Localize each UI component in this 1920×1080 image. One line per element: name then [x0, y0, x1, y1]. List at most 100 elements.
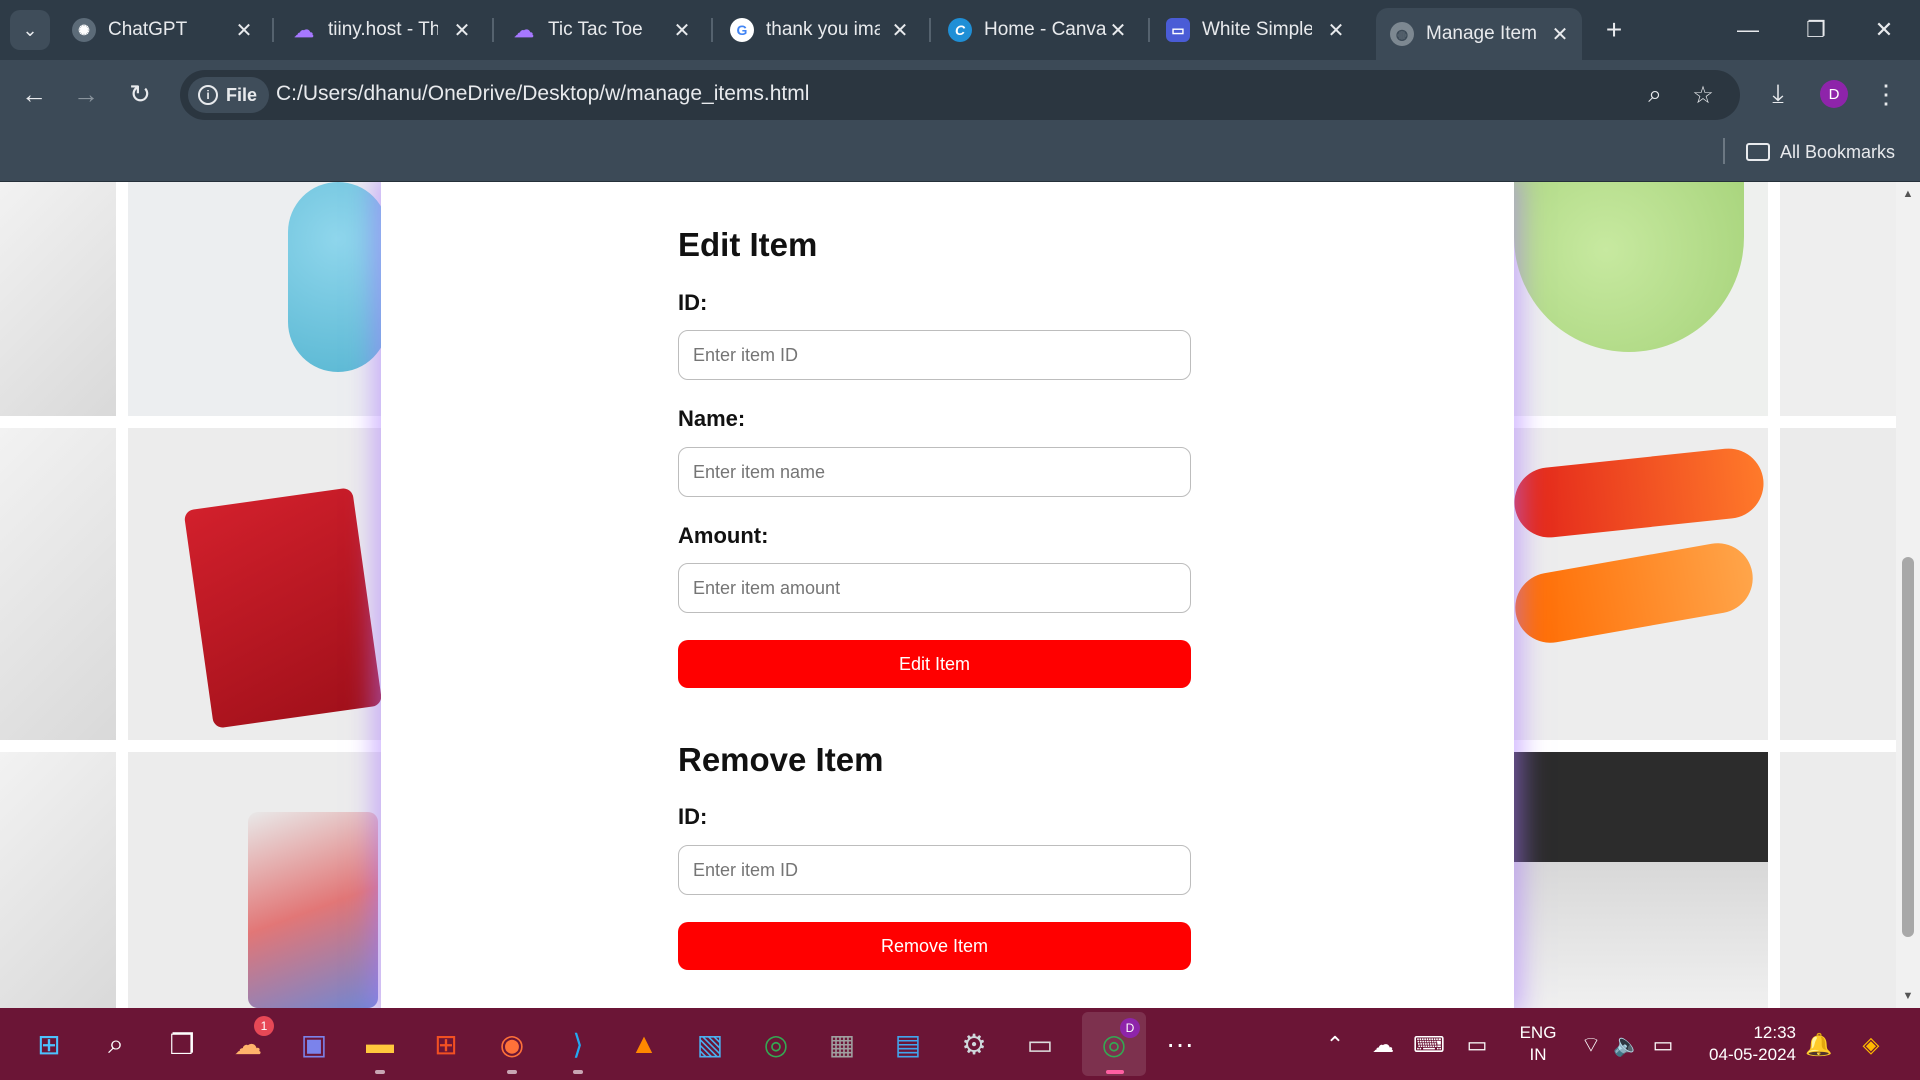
close-icon[interactable]: ✕ [1548, 22, 1572, 46]
clock-date: 04-05-2024 [1709, 1045, 1796, 1064]
background-image [1780, 752, 1896, 1008]
language-indicator[interactable]: ENG IN [1517, 1022, 1559, 1066]
clock[interactable]: 12:33 04-05-2024 [1696, 1022, 1796, 1066]
edit-id-input[interactable] [678, 330, 1191, 380]
copilot-icon[interactable]: ◈ [1856, 1030, 1886, 1060]
wifi-icon[interactable]: ⌔ [1576, 1030, 1606, 1060]
scroll-up-icon[interactable]: ▲ [1900, 186, 1916, 202]
battery-icon[interactable]: ▭ [1648, 1030, 1678, 1060]
vscode-icon[interactable]: ⟩ [556, 1022, 600, 1074]
tab-title: Tic Tac Toe [548, 19, 643, 40]
photos-icon[interactable]: ▧ [688, 1022, 732, 1066]
store-icon[interactable]: ⊞ [424, 1022, 468, 1066]
chrome-profile-icon[interactable]: ◎ D [1082, 1012, 1146, 1076]
scroll-down-icon[interactable]: ▼ [1900, 988, 1916, 1004]
background-image [0, 182, 116, 416]
chrome-icon[interactable]: ◎ [754, 1022, 798, 1066]
tab-chatgpt[interactable]: ✺ ChatGPT ✕ [58, 10, 266, 50]
close-icon[interactable]: ✕ [888, 18, 912, 42]
widgets-icon[interactable]: ☁ 1 [226, 1016, 274, 1066]
tab-title: Home - Canva [984, 19, 1107, 40]
search-icon[interactable]: ⌕ [94, 1022, 138, 1066]
tab-title: White Simple [1202, 19, 1312, 40]
edit-name-input[interactable] [678, 447, 1191, 497]
start-icon[interactable]: ⊞ [27, 1022, 71, 1066]
bell-icon[interactable]: 🔔 [1804, 1030, 1834, 1060]
tab-tiiny-host[interactable]: ☁ tiiny.host - Th ✕ [278, 10, 484, 50]
tab-strip: ⌄ ✺ ChatGPT ✕ ☁ tiiny.host - Th ✕ ☁ Tic … [0, 0, 1920, 60]
close-icon[interactable]: ✕ [670, 18, 694, 42]
site-info-chip[interactable]: i File [188, 77, 270, 113]
remove-item-button[interactable]: Remove Item [678, 922, 1191, 970]
browser-toolbar: ← → ↻ i File C:/Users/dhanu/OneDrive/Des… [0, 60, 1920, 130]
google-icon: G [730, 18, 754, 42]
restore-button[interactable]: ❐ [1796, 12, 1836, 48]
globe-icon: ◍ [1390, 22, 1414, 46]
scroll-thumb[interactable] [1902, 557, 1914, 937]
zoom-icon[interactable]: ⌕ [1640, 80, 1670, 110]
edit-amount-label: Amount: [678, 523, 769, 548]
close-icon[interactable]: ✕ [232, 18, 256, 42]
tab-white-simple[interactable]: ▭ White Simple ✕ [1152, 10, 1358, 50]
vertical-scrollbar[interactable]: ▲ ▼ [1896, 182, 1920, 1008]
file-explorer-icon[interactable]: ▬ [358, 1022, 402, 1074]
edit-item-button[interactable]: Edit Item [678, 640, 1191, 688]
close-icon: ✕ [1874, 17, 1894, 42]
meet-icon[interactable]: ▣ [292, 1022, 336, 1066]
edit-amount-input[interactable] [678, 563, 1191, 613]
url-text[interactable]: C:/Users/dhanu/OneDrive/Desktop/w/manage… [276, 82, 809, 106]
vlc-icon[interactable]: ▲ [622, 1022, 666, 1066]
clock-time: 12:33 [1753, 1023, 1796, 1042]
back-button[interactable]: ← [14, 74, 54, 114]
plus-icon: + [1605, 14, 1623, 45]
address-bar[interactable]: i File C:/Users/dhanu/OneDrive/Desktop/w… [180, 70, 1740, 120]
chatgpt-icon: ✺ [72, 18, 96, 42]
firefox-icon[interactable]: ◉ [490, 1022, 534, 1074]
task-view-icon[interactable]: ❐ [160, 1022, 204, 1066]
remove-id-label: ID: [678, 804, 708, 829]
edit-id-label: ID: [678, 290, 708, 315]
remove-item-heading: Remove Item [678, 741, 884, 778]
new-tab-button[interactable]: + [1598, 14, 1630, 46]
tab-title: thank you ima [766, 19, 880, 40]
main-content: Edit Item ID: Name: Amount: Edit Item Re… [381, 182, 1514, 1008]
minimize-button[interactable]: — [1728, 12, 1768, 48]
tab-search-button[interactable]: ⌄ [10, 10, 50, 50]
reload-button[interactable]: ↻ [120, 74, 160, 114]
forward-button[interactable]: → [66, 74, 106, 114]
avatar[interactable]: D [1820, 80, 1848, 108]
star-icon[interactable]: ☆ [1688, 80, 1718, 110]
tab-canva[interactable]: C Home - Canva ✕ [934, 10, 1140, 50]
page-viewport: Edit Item ID: Name: Amount: Edit Item Re… [0, 182, 1920, 1008]
kebab-menu-icon[interactable]: ⋮ [1866, 74, 1906, 114]
close-window-button[interactable]: ✕ [1864, 12, 1904, 48]
remove-id-input[interactable] [678, 845, 1191, 895]
notepad-icon[interactable]: ▤ [886, 1022, 930, 1066]
calculator-icon[interactable]: ▦ [820, 1022, 864, 1066]
volume-icon[interactable]: 🔈 [1612, 1030, 1642, 1060]
settings-icon[interactable]: ⚙ [952, 1022, 996, 1066]
keyboard-icon[interactable]: ⌨ [1413, 1030, 1445, 1060]
edit-item-heading: Edit Item [678, 226, 818, 263]
display-icon[interactable]: ▭ [1462, 1030, 1492, 1060]
all-bookmarks-label: All Bookmarks [1780, 141, 1896, 162]
close-icon[interactable]: ✕ [1106, 18, 1130, 42]
more-icon[interactable]: ··· [1158, 1022, 1202, 1066]
folder-icon [1746, 143, 1770, 161]
terminal-icon[interactable]: ▭ [1018, 1022, 1062, 1066]
tab-thank-you-image[interactable]: G thank you ima ✕ [716, 10, 922, 50]
tab-separator [711, 18, 713, 42]
restore-icon: ❐ [1806, 17, 1826, 42]
tab-manage-items[interactable]: ◍ Manage Items ✕ [1376, 8, 1582, 60]
tab-tic-tac-toe[interactable]: ☁ Tic Tac Toe ✕ [498, 10, 704, 50]
close-icon[interactable]: ✕ [450, 18, 474, 42]
chevron-up-icon[interactable]: ⌃ [1320, 1030, 1350, 1060]
tab-separator [929, 18, 931, 42]
onedrive-icon[interactable]: ☁ [1368, 1030, 1398, 1060]
tab-title: tiiny.host - Th [328, 19, 438, 40]
all-bookmarks-button[interactable]: All Bookmarks [1746, 138, 1895, 166]
close-icon[interactable]: ✕ [1324, 18, 1348, 42]
reload-icon: ↻ [129, 78, 151, 109]
download-icon[interactable]: ⤓ [1758, 74, 1798, 114]
background-image [1514, 752, 1768, 1008]
